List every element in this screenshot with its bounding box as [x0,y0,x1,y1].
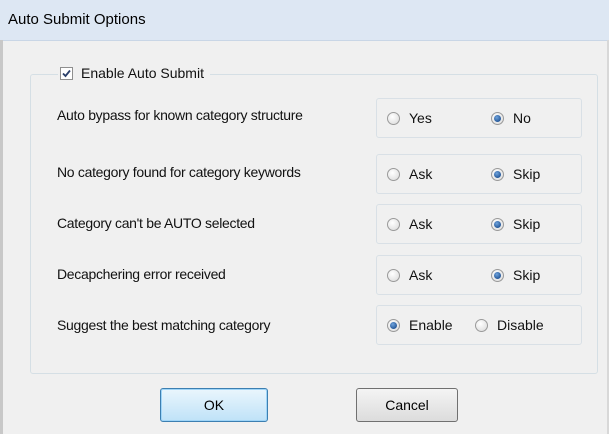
radio-ask[interactable] [387,217,400,231]
radio-label-ask: Ask [409,166,433,182]
enable-auto-submit-checkbox[interactable] [60,66,73,80]
row-label-decapchering-error: Decapchering error received [57,266,226,282]
radio-ask[interactable] [387,268,400,282]
radio-label-ask: Ask [409,216,433,232]
checkmark-icon [62,69,71,77]
radio-enable[interactable] [387,318,400,332]
radio-group-decapchering-error: Ask Skip [376,255,582,295]
radio-option-no[interactable]: No [491,110,531,126]
title-bar: Auto Submit Options [0,0,609,41]
radio-group-auto-bypass: Yes No [376,98,582,138]
row-label-cant-auto-select: Category can't be AUTO selected [57,215,255,231]
radio-label-skip: Skip [513,267,541,283]
radio-group-suggest-best-match: Enable Disable [376,305,582,345]
radio-option-enable[interactable]: Enable [387,317,453,333]
radio-option-skip[interactable]: Skip [491,166,540,182]
row-label-auto-bypass: Auto bypass for known category structure [57,107,303,123]
radio-skip[interactable] [491,167,504,181]
radio-group-cant-auto-select: Ask Skip [376,204,582,244]
radio-option-yes[interactable]: Yes [387,110,432,126]
window-left-edge [0,40,3,434]
radio-skip[interactable] [491,268,504,282]
radio-label-no: No [513,110,531,126]
radio-label-skip: Skip [513,216,541,232]
radio-ask[interactable] [387,167,400,181]
ok-button[interactable]: OK [160,388,268,422]
radio-disable[interactable] [475,318,488,332]
radio-option-ask[interactable]: Ask [387,267,432,283]
radio-option-ask[interactable]: Ask [387,216,432,232]
radio-label-yes: Yes [409,110,432,126]
radio-label-enable: Enable [409,317,453,333]
cancel-button[interactable]: Cancel [356,388,458,422]
enable-auto-submit-label: Enable Auto Submit [81,65,204,81]
row-label-no-category-found: No category found for category keywords [57,164,301,180]
radio-no[interactable] [491,111,504,125]
window-title: Auto Submit Options [8,11,146,28]
radio-option-skip[interactable]: Skip [491,216,540,232]
radio-label-disable: Disable [497,317,544,333]
radio-option-ask[interactable]: Ask [387,166,432,182]
radio-group-no-category-found: Ask Skip [376,154,582,194]
radio-option-skip[interactable]: Skip [491,267,540,283]
radio-yes[interactable] [387,111,400,125]
radio-option-disable[interactable]: Disable [475,317,544,333]
radio-label-skip: Skip [513,166,541,182]
radio-skip[interactable] [491,217,504,231]
enable-auto-submit[interactable]: Enable Auto Submit [58,62,210,84]
radio-label-ask: Ask [409,267,433,283]
row-label-suggest-best-match: Suggest the best matching category [57,317,271,333]
